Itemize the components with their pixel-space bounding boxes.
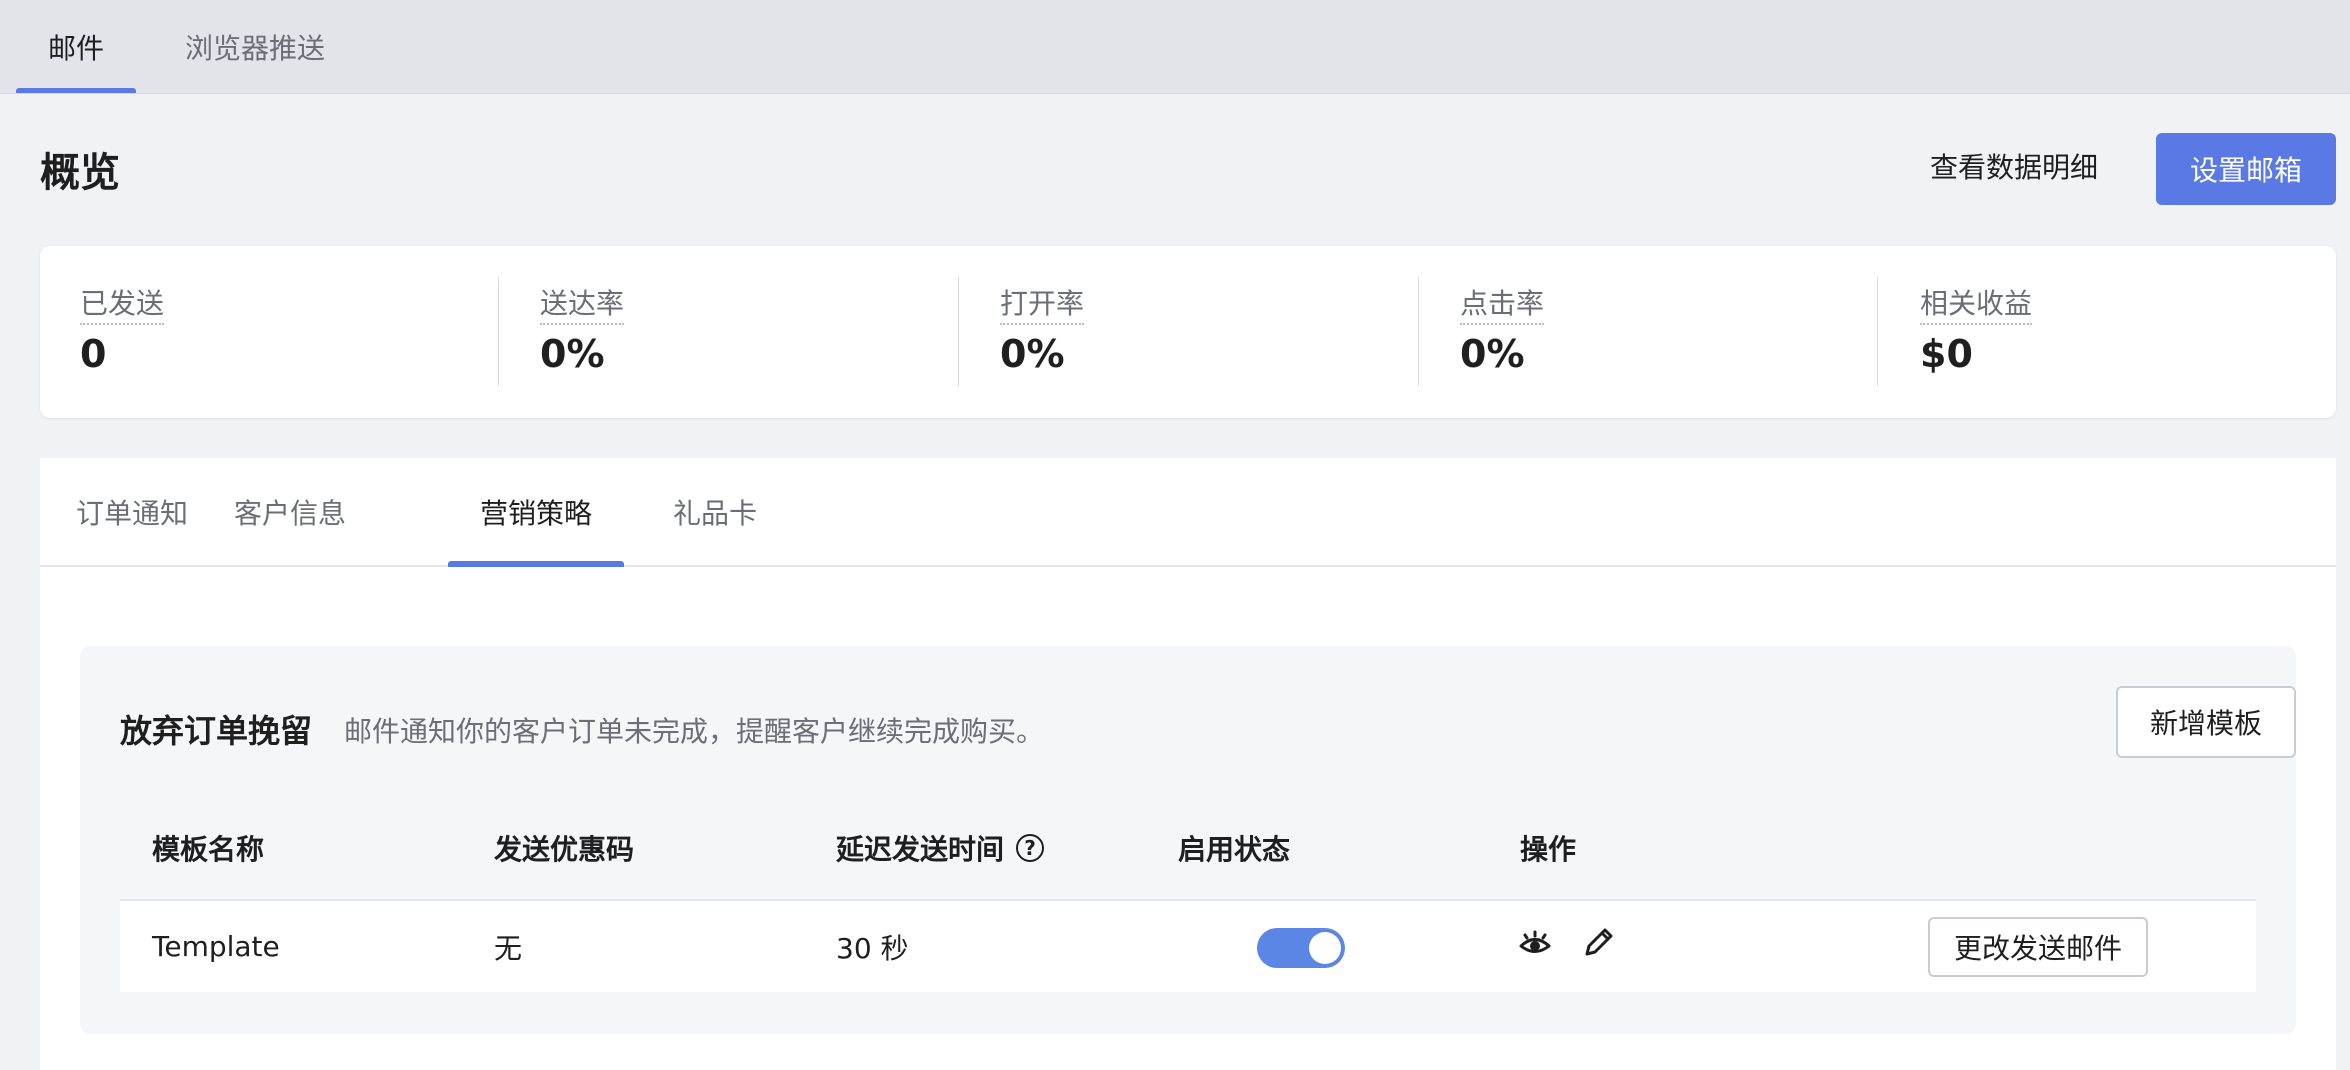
column-header-delay: 延迟发送时间 ? bbox=[836, 796, 1045, 899]
stat-click-rate: 点击率 0% bbox=[1460, 246, 1860, 418]
tab-browser-push[interactable]: 浏览器推送 bbox=[170, 0, 340, 93]
stat-click-rate-value: 0% bbox=[1460, 332, 1525, 376]
toggle-knob bbox=[1309, 932, 1341, 964]
tab-marketing-strategy[interactable]: 营销策略 bbox=[448, 458, 624, 567]
tab-gift-card[interactable]: 礼品卡 bbox=[660, 458, 770, 565]
stat-sent: 已发送 0 bbox=[80, 246, 480, 418]
stat-open-rate-label[interactable]: 打开率 bbox=[1000, 282, 1085, 325]
table-row: Template 无 30 秒 更改发送邮件 bbox=[120, 901, 2256, 992]
table-header: 模板名称 发送优惠码 延迟发送时间 ? 启用状态 操作 bbox=[120, 796, 2256, 901]
tab-gift-card-label: 礼品卡 bbox=[672, 496, 757, 530]
column-header-actions: 操作 bbox=[1520, 832, 1577, 866]
enable-toggle[interactable] bbox=[1257, 928, 1345, 968]
stats-card: 已发送 0 送达率 0% 打开率 0% 点击率 0% 相关收益 $0 bbox=[40, 246, 2336, 418]
stat-sent-value: 0 bbox=[80, 332, 107, 376]
tab-browser-push-label: 浏览器推送 bbox=[184, 31, 325, 65]
template-name-cell: Template bbox=[152, 930, 280, 963]
add-template-button[interactable]: 新增模板 bbox=[2116, 686, 2296, 758]
stat-delivery-rate-value: 0% bbox=[540, 332, 605, 376]
coupon-cell: 无 bbox=[494, 931, 523, 965]
active-tab-indicator bbox=[448, 561, 624, 567]
tab-customer-info[interactable]: 客户信息 bbox=[230, 458, 350, 565]
active-tab-indicator bbox=[16, 88, 136, 93]
stat-revenue: 相关收益 $0 bbox=[1920, 246, 2320, 418]
sub-tab-bar: 订单通知 客户信息 营销策略 礼品卡 bbox=[40, 458, 2336, 567]
column-header-coupon: 发送优惠码 bbox=[494, 832, 635, 866]
stat-revenue-value: $0 bbox=[1920, 332, 1973, 376]
top-tab-bar: 邮件 浏览器推送 bbox=[0, 0, 2350, 94]
stat-open-rate-value: 0% bbox=[1000, 332, 1065, 376]
section-description: 邮件通知你的客户订单未完成，提醒客户继续完成购买。 bbox=[344, 715, 1045, 748]
stat-divider bbox=[1418, 276, 1419, 386]
setup-mailbox-button[interactable]: 设置邮箱 bbox=[2156, 133, 2336, 205]
stat-divider bbox=[958, 276, 959, 386]
column-header-status: 启用状态 bbox=[1178, 832, 1291, 866]
tab-order-notifications[interactable]: 订单通知 bbox=[72, 458, 192, 565]
pencil-icon[interactable] bbox=[1582, 925, 1616, 963]
column-header-template-name: 模板名称 bbox=[152, 832, 265, 866]
stat-divider bbox=[498, 276, 499, 386]
delay-cell: 30 秒 bbox=[836, 931, 909, 965]
main-panel: 订单通知 客户信息 营销策略 礼品卡 放弃订单挽留 邮件通知你的客户订单未完成，… bbox=[40, 458, 2336, 1070]
stat-sent-label[interactable]: 已发送 bbox=[80, 282, 165, 325]
template-table: 模板名称 发送优惠码 延迟发送时间 ? 启用状态 操作 Template 无 3… bbox=[120, 796, 2256, 992]
view-details-button[interactable]: 查看数据明细 bbox=[1930, 146, 2098, 186]
tab-customer-info-label: 客户信息 bbox=[233, 496, 346, 530]
stat-revenue-label[interactable]: 相关收益 bbox=[1920, 282, 2033, 325]
question-circle-icon[interactable]: ? bbox=[1016, 833, 1045, 862]
abandoned-order-card: 放弃订单挽留 邮件通知你的客户订单未完成，提醒客户继续完成购买。 新增模板 模板… bbox=[80, 646, 2296, 1034]
page-title: 概览 bbox=[40, 150, 120, 196]
section-title: 放弃订单挽留 bbox=[120, 712, 313, 750]
column-header-delay-label: 延迟发送时间 bbox=[836, 832, 1005, 866]
stat-delivery-rate-label[interactable]: 送达率 bbox=[540, 282, 625, 325]
tab-email-label: 邮件 bbox=[47, 31, 104, 65]
tab-order-notifications-label: 订单通知 bbox=[75, 496, 188, 530]
tab-marketing-strategy-label: 营销策略 bbox=[479, 496, 592, 530]
eye-icon[interactable] bbox=[1518, 927, 1552, 965]
stat-open-rate: 打开率 0% bbox=[1000, 246, 1400, 418]
stat-divider bbox=[1877, 276, 1878, 386]
stat-delivery-rate: 送达率 0% bbox=[540, 246, 940, 418]
change-email-button[interactable]: 更改发送邮件 bbox=[1928, 917, 2148, 977]
tab-email[interactable]: 邮件 bbox=[16, 0, 136, 93]
stat-click-rate-label[interactable]: 点击率 bbox=[1460, 282, 1545, 325]
